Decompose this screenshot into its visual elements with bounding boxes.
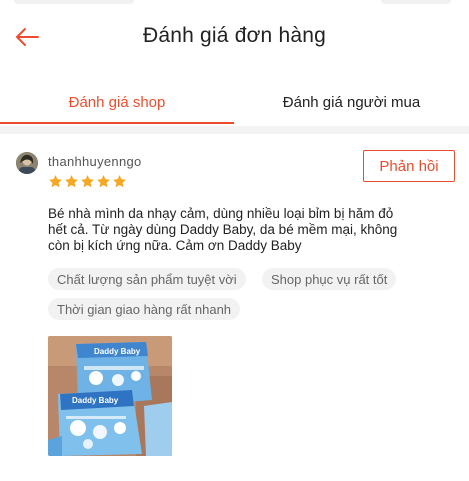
active-tab-indicator bbox=[0, 122, 234, 124]
tab-bar: Đánh giá shop Đánh giá người mua bbox=[0, 80, 469, 124]
tag-shop-service: Shop phục vụ rất tốt bbox=[262, 268, 397, 290]
product-photo: Daddy Baby Daddy Baby bbox=[48, 336, 172, 456]
star-icon bbox=[65, 175, 78, 188]
section-divider bbox=[0, 126, 469, 134]
tag-delivery-time: Thời gian giao hàng rất nhanh bbox=[48, 298, 241, 320]
tab-shop-review[interactable]: Đánh giá shop bbox=[0, 80, 234, 124]
star-icon bbox=[113, 175, 126, 188]
page-title: Đánh giá đơn hàng bbox=[143, 24, 326, 47]
package-brand-text: Daddy Baby bbox=[94, 347, 141, 356]
tab-buyer-review[interactable]: Đánh giá người mua bbox=[234, 80, 469, 124]
star-icon bbox=[81, 175, 94, 188]
avatar-image bbox=[16, 152, 38, 174]
review-comment: Bé nhà mình da nhạy cảm, dùng nhiều loại… bbox=[48, 206, 456, 254]
package-brand-text: Daddy Baby bbox=[72, 396, 119, 405]
avatar[interactable] bbox=[16, 152, 38, 174]
comment-line: còn bị kích ứng nữa. Cảm ơn Daddy Baby bbox=[48, 238, 302, 253]
status-bar bbox=[0, 0, 469, 10]
comment-line: hết cả. Từ ngày dùng Daddy Baby, da bé m… bbox=[48, 222, 398, 237]
header: Đánh giá đơn hàng bbox=[0, 16, 469, 60]
tag-product-quality: Chất lượng sản phẩm tuyệt vời bbox=[48, 268, 246, 290]
comment-line: Bé nhà mình da nhạy cảm, dùng nhiều loại… bbox=[48, 206, 394, 221]
star-icon bbox=[97, 175, 110, 188]
reviewer-username: thanhhuyenngo bbox=[48, 154, 142, 169]
rating-stars bbox=[48, 174, 127, 189]
star-icon bbox=[49, 175, 62, 188]
status-bar-right bbox=[381, 0, 451, 4]
reply-button[interactable]: Phản hồi bbox=[363, 150, 455, 182]
status-bar-left bbox=[14, 0, 134, 4]
review-photo[interactable]: Daddy Baby Daddy Baby bbox=[48, 336, 172, 456]
